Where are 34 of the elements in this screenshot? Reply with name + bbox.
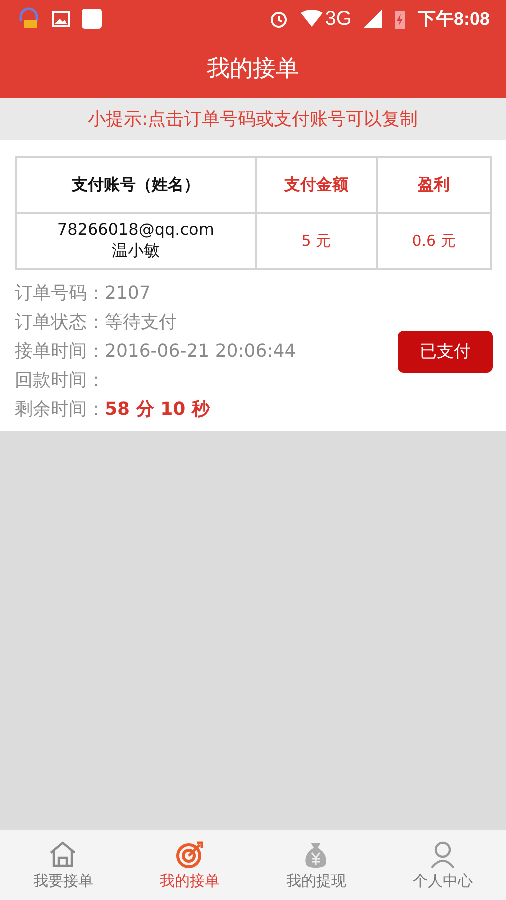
signal-icon — [364, 10, 382, 28]
nav-tab[interactable]: 我的提现 — [253, 830, 380, 900]
table-cell: 5 元 — [256, 213, 377, 269]
clock-time: 下午8:08 — [418, 8, 490, 31]
detail-label: 回款时间： — [15, 369, 105, 392]
detail-value: 2107 — [105, 282, 151, 305]
table-cell: 0.6 元 — [377, 213, 491, 269]
detail-label: 订单状态： — [15, 311, 105, 334]
square-icon — [82, 9, 102, 29]
tip-text: 小提示:点击订单号码或支付账号可以复制 — [88, 108, 418, 131]
detail-label: 接单时间： — [15, 340, 105, 363]
detail-value: 2016-06-21 20:06:44 — [105, 340, 296, 363]
account-email[interactable]: 78266018@qq.com — [57, 220, 214, 239]
alarm-icon — [269, 9, 290, 29]
detail-label: 剩余时间： — [15, 398, 105, 421]
nav-tab[interactable]: 个人中心 — [380, 830, 506, 900]
nav-tab[interactable]: 我要接单 — [0, 830, 126, 900]
house-icon — [48, 840, 78, 870]
image-icon — [52, 11, 70, 27]
nav-tab[interactable]: 我的接单 — [126, 830, 253, 900]
column-header: 支付账号（姓名） — [16, 157, 256, 213]
page-title: 我的接单 — [207, 54, 299, 84]
target-icon — [174, 840, 205, 870]
headset-icon — [18, 7, 40, 31]
network-label: 3G — [325, 8, 352, 30]
detail-label: 订单号码： — [15, 282, 105, 305]
detail-value: 等待支付 — [105, 311, 177, 334]
battery-icon — [394, 9, 406, 29]
account-name: 温小敏 — [112, 241, 160, 262]
column-header: 支付金额 — [256, 157, 377, 213]
paid-button[interactable]: 已支付 — [398, 330, 493, 372]
detail-value: 58 分 10 秒 — [105, 398, 210, 421]
column-header: 盈利 — [377, 157, 491, 213]
wifi-icon — [301, 10, 324, 28]
